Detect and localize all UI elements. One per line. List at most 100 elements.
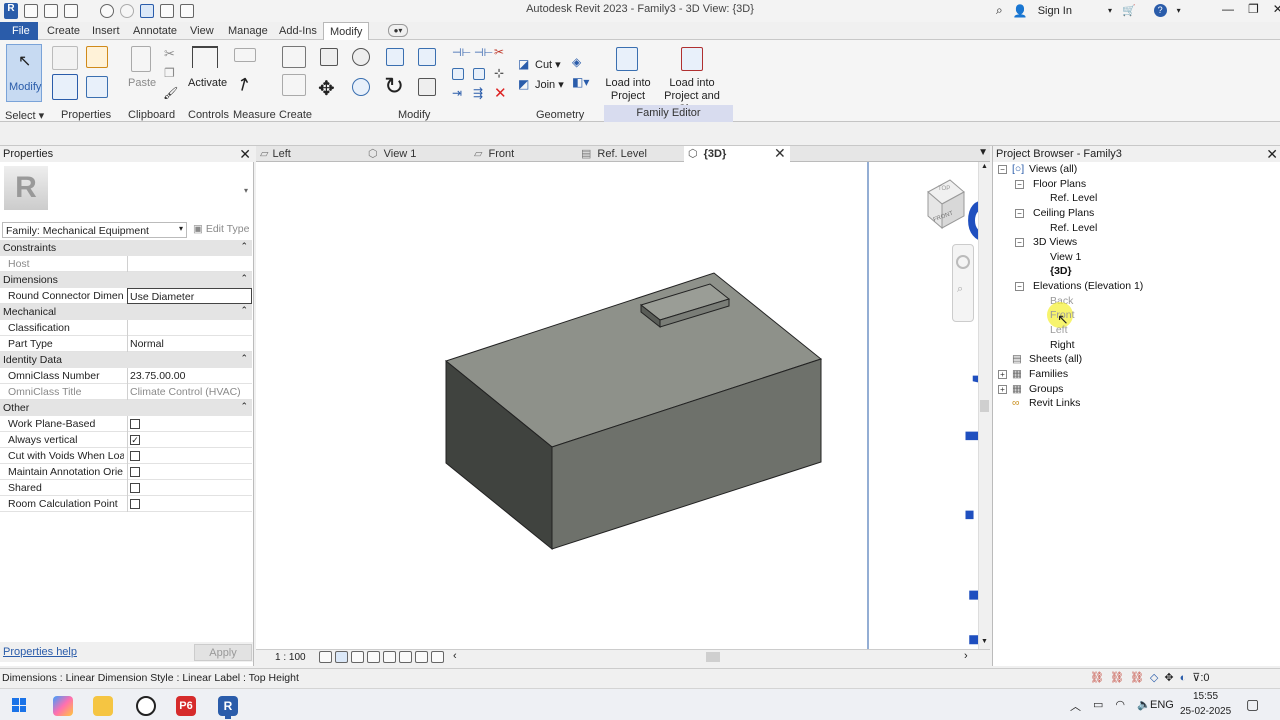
visual-style-icon[interactable] [335,651,348,663]
select-links-icon[interactable]: ⛓ [1090,671,1104,684]
scroll-left-icon[interactable]: ‹ [453,650,457,662]
steering-wheel-icon[interactable] [956,255,970,269]
mirror-pick-axis-icon[interactable] [386,48,404,66]
cut-with-voids-checkbox[interactable] [130,451,140,461]
dropdown-icon[interactable]: ▾ [1108,6,1112,15]
load-into-project-and-close-button[interactable]: Load into Project and Close [650,42,732,115]
join-geometry-icon[interactable]: ◩ [518,77,529,91]
select-dropdown[interactable]: Select ▾ [5,109,44,122]
close-tab-icon[interactable]: ✕ [774,145,786,162]
zoom-icon[interactable]: ⌕ [957,283,963,296]
pin-icon[interactable]: ⊹ [494,66,504,80]
tree-groups[interactable]: Groups [1029,383,1063,395]
scroll-right-icon[interactable]: › [964,650,968,662]
tree-ceiling-ref-level[interactable]: Ref. Level [1050,222,1097,234]
tree-ceiling-plans[interactable]: Ceiling Plans [1033,207,1094,219]
cut-geometry-button[interactable]: Cut ▾ [535,58,561,71]
category-constraints[interactable]: Constraints ⌃ [0,240,252,256]
windows-start-icon[interactable] [12,698,26,712]
tab-add-ins[interactable]: Add-Ins [279,25,317,37]
maintain-annotation-checkbox[interactable] [130,467,140,477]
prop-omniclass-number[interactable]: OmniClass Number 23.75.00.00 [0,368,252,384]
binoculars-icon[interactable]: ⌕ [996,3,1003,18]
tab-ref-level[interactable]: ▤ Ref. Level [577,146,681,162]
type-properties-icon[interactable] [52,46,78,70]
tab-file[interactable]: File [0,22,38,40]
match-properties-icon[interactable]: 🖌 [163,86,178,100]
tab-3d-view[interactable]: ⬡ {3D} ✕ [684,145,790,162]
round-connector-field[interactable]: Use Diameter [127,288,252,304]
copy-icon[interactable]: ❐ [164,66,175,80]
align-icon[interactable] [320,48,338,66]
horizontal-scroll-thumb[interactable] [706,652,720,662]
properties-palette-icon[interactable] [52,74,78,100]
collapse-ceiling-plans-icon[interactable]: − [1015,209,1024,218]
delete-icon[interactable]: ✕ [494,84,507,102]
category-other[interactable]: Other ⌃ [0,400,252,416]
tree-sheets[interactable]: Sheets (all) [1029,353,1082,365]
tab-view-1[interactable]: ⬡ View 1 [364,146,464,162]
minimize-icon[interactable]: — [1222,2,1234,16]
select-by-face-icon[interactable]: ◇ [1150,671,1158,684]
move-icon[interactable]: ✥ [318,76,335,101]
trim-multiple-icon[interactable]: ⇶ [473,86,483,100]
background-process-icon[interactable]: ◐ [1180,672,1187,684]
tree-floor-plans[interactable]: Floor Plans [1033,178,1086,190]
split-face-icon[interactable]: ◧▾ [572,75,589,89]
tab-create[interactable]: Create [47,25,80,37]
tree-3d-views[interactable]: 3D Views [1033,236,1077,248]
drag-elements-icon[interactable]: ✥ [1164,671,1173,684]
room-calc-checkbox[interactable] [130,499,140,509]
mirror-draw-axis-icon[interactable] [418,48,436,66]
show-hidden-icons[interactable]: ︿ [1070,698,1081,714]
prop-round-connector[interactable]: Round Connector Dimen... Use Diameter [0,288,252,304]
category-mechanical[interactable]: Mechanical ⌃ [0,304,252,320]
select-underlay-icon[interactable]: ⛓ [1110,671,1124,684]
load-into-project-button[interactable]: Load into Project [604,42,651,104]
notifications-icon[interactable]: ▢ [1246,696,1259,713]
create-similar-icon[interactable] [282,46,306,68]
clock-date[interactable]: 25-02-2025 [1180,706,1231,717]
modify-button[interactable]: ↖ Modify [6,44,42,102]
rotate-icon[interactable]: ↻ [384,72,404,101]
shadows-icon[interactable] [367,651,380,663]
apply-button[interactable]: Apply [194,644,252,661]
properties-help-link[interactable]: Properties help [3,646,77,658]
help-icon[interactable]: ? [1153,4,1167,17]
split-gap-icon[interactable]: ⊣⊢ [474,46,493,59]
copilot-icon[interactable] [53,696,73,716]
sign-in-link[interactable]: Sign In [1038,5,1072,17]
expand-families-icon[interactable]: + [998,370,1007,379]
offset-icon[interactable] [352,48,370,66]
measure-distance-icon[interactable] [234,48,256,62]
work-plane-based-checkbox[interactable] [130,419,140,429]
tree-view-1[interactable]: View 1 [1050,251,1081,263]
view-scale[interactable]: 1 : 100 [275,652,306,663]
viewcube[interactable]: FRONT TOP [924,172,966,232]
drawing-area[interactable]: Height = 2 FRONT TOP ⌕ ▲ ▼ [256,162,990,649]
collapse-elevations-icon[interactable]: − [1015,282,1024,291]
trim-single-icon[interactable]: ⇥ [452,86,462,100]
array-icon[interactable] [452,68,464,80]
detail-level-icon[interactable] [319,651,332,663]
activate-dimension-icon[interactable] [192,46,218,68]
file-explorer-icon[interactable] [93,696,113,716]
close-properties-icon[interactable]: ✕ [239,146,251,163]
restore-icon[interactable]: ❐ [1248,2,1259,16]
select-pinned-icon[interactable]: ⛓ [1130,671,1144,684]
clock-time[interactable]: 15:55 [1193,691,1218,702]
crop-view-icon[interactable] [383,651,396,663]
edit-type-button[interactable]: ▣ Edit Type [193,223,249,235]
tab-insert[interactable]: Insert [92,25,120,37]
type-dropdown-icon[interactable]: ▾ [244,186,248,195]
filter-icon[interactable]: ⊽:0 [1192,671,1209,684]
revit-taskbar-icon[interactable]: R [218,696,238,716]
tree-views-all[interactable]: Views (all) [1029,163,1077,175]
primavera-p6-icon[interactable]: P6 [176,696,196,716]
language-indicator[interactable]: ENG [1150,699,1174,711]
user-icon[interactable]: 👤 [1013,4,1028,18]
tree-3d-current[interactable]: {3D} [1050,265,1072,277]
temporary-hide-icon[interactable] [415,651,428,663]
tab-modify[interactable]: Modify [323,22,370,41]
unpin-icon[interactable]: ✂ [494,45,504,59]
